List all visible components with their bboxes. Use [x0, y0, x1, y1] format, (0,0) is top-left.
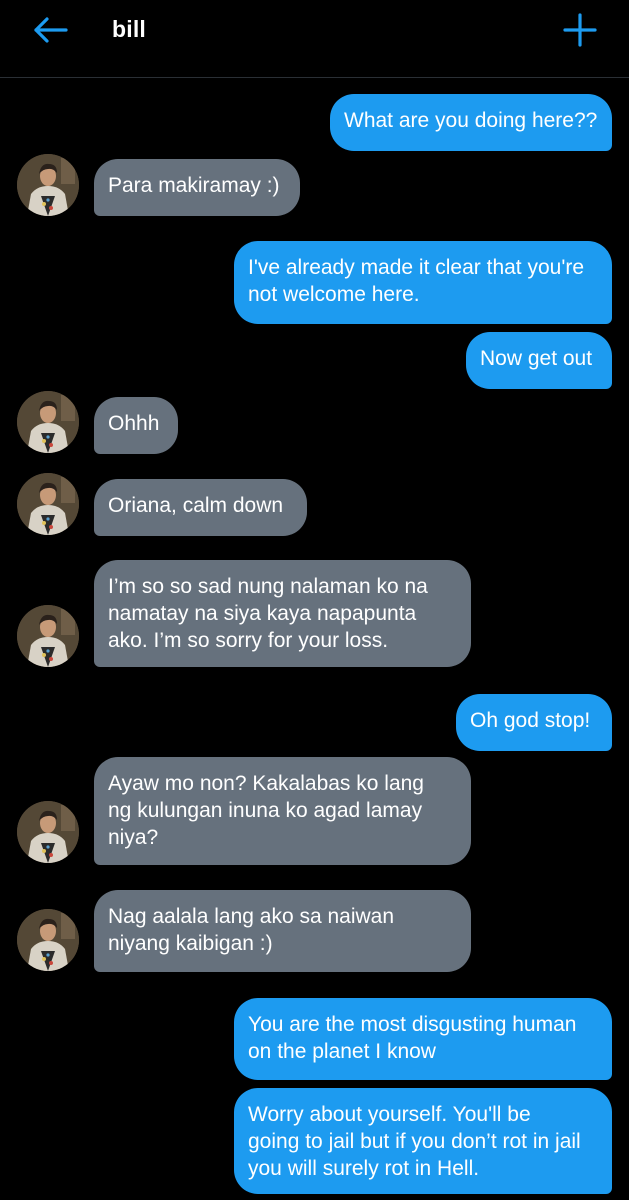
sent-message[interactable]: Worry about yourself. You'll be going to…: [234, 1088, 612, 1194]
received-message[interactable]: Nag aalala lang ako sa naiwan niyang kai…: [94, 890, 471, 972]
avatar[interactable]: [17, 801, 79, 863]
sent-message[interactable]: Oh god stop!: [456, 694, 612, 751]
sent-message[interactable]: Now get out: [466, 332, 612, 389]
new-message-button[interactable]: [560, 10, 600, 50]
received-message[interactable]: Para makiramay :): [94, 159, 300, 216]
arrow-left-icon: [34, 17, 68, 43]
received-message[interactable]: I’m so so sad nung nalaman ko na namatay…: [94, 560, 471, 667]
back-button[interactable]: [30, 12, 72, 48]
avatar[interactable]: [17, 909, 79, 971]
avatar-image: [17, 605, 79, 667]
sent-message[interactable]: What are you doing here??: [330, 94, 612, 151]
avatar-image: [17, 473, 79, 535]
plus-icon: [563, 13, 597, 47]
received-message[interactable]: Ayaw mo non? Kakalabas ko lang ng kulung…: [94, 757, 471, 865]
avatar[interactable]: [17, 605, 79, 667]
avatar[interactable]: [17, 473, 79, 535]
avatar-image: [17, 909, 79, 971]
avatar[interactable]: [17, 391, 79, 453]
received-message[interactable]: Oriana, calm down: [94, 479, 307, 536]
received-message[interactable]: Ohhh: [94, 397, 178, 454]
conversation-title: bill: [112, 16, 147, 42]
avatar[interactable]: [17, 154, 79, 216]
avatar-image: [17, 391, 79, 453]
sent-message[interactable]: You are the most disgusting human on the…: [234, 998, 612, 1080]
avatar-image: [17, 154, 79, 216]
conversation-header: bill: [0, 0, 629, 78]
sent-message[interactable]: I've already made it clear that you're n…: [234, 241, 612, 324]
avatar-image: [17, 801, 79, 863]
